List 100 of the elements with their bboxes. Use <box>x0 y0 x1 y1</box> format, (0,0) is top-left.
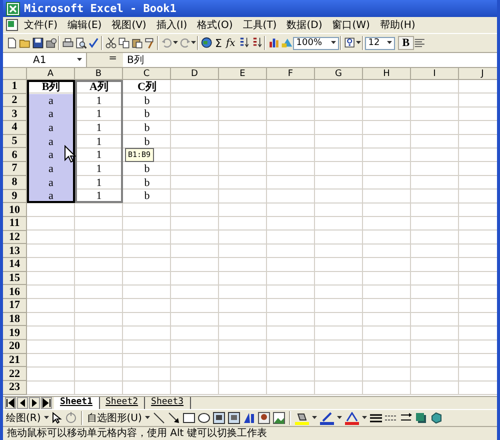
new-file-icon[interactable] <box>6 37 18 49</box>
table-cell[interactable]: b <box>123 190 171 204</box>
caret-icon[interactable] <box>362 416 367 420</box>
row-header[interactable]: 16 <box>3 285 27 299</box>
row-header[interactable]: 3 <box>3 107 27 122</box>
cut-icon[interactable] <box>104 37 116 49</box>
row-header[interactable]: 11 <box>3 216 27 231</box>
table-cell[interactable]: 1 <box>75 148 123 162</box>
row-header[interactable]: 6 <box>3 148 27 162</box>
column-header[interactable]: A <box>27 68 75 80</box>
row-header[interactable]: 14 <box>3 258 27 272</box>
line-color-icon[interactable] <box>320 412 334 424</box>
row-header[interactable]: 10 <box>3 203 27 217</box>
zoom-dropdown[interactable]: 100% <box>293 36 340 50</box>
caret-icon[interactable] <box>77 58 82 62</box>
last-sheet-icon[interactable] <box>41 397 52 409</box>
menu-item[interactable]: 数据(D) <box>282 18 328 32</box>
row-header[interactable]: 5 <box>3 134 27 148</box>
table-cell[interactable]: A列 <box>75 80 123 94</box>
line-style-icon[interactable] <box>370 412 382 424</box>
previous-sheet-icon[interactable] <box>17 397 28 409</box>
menu-item[interactable]: 视图(V) <box>106 18 152 32</box>
menu-item[interactable]: 编辑(E) <box>62 18 107 32</box>
caret-icon[interactable] <box>173 41 178 45</box>
formula-field[interactable]: B列 <box>123 53 144 67</box>
row-header[interactable]: 23 <box>3 381 27 395</box>
row-header[interactable]: 7 <box>3 162 27 176</box>
column-header[interactable]: H <box>363 68 411 80</box>
table-cell[interactable]: a <box>27 134 75 148</box>
column-header[interactable]: J <box>459 68 497 80</box>
column-header[interactable]: I <box>411 68 459 80</box>
align-left-icon[interactable] <box>414 37 426 49</box>
sheet-tab[interactable]: Sheet1 <box>54 397 100 409</box>
line-icon[interactable] <box>152 412 165 424</box>
row-header[interactable]: 21 <box>3 354 27 368</box>
bold-button[interactable]: B <box>398 36 414 50</box>
table-cell[interactable]: a <box>27 121 75 135</box>
table-cell[interactable]: b <box>123 107 171 122</box>
row-header[interactable]: 18 <box>3 312 27 326</box>
font-color-icon[interactable] <box>344 412 359 424</box>
row-header[interactable]: 15 <box>3 272 27 286</box>
caret-icon[interactable] <box>312 416 317 420</box>
next-sheet-icon[interactable] <box>29 397 40 409</box>
caret-icon[interactable] <box>387 41 392 45</box>
fill-color-icon[interactable] <box>294 412 309 424</box>
draw-menu[interactable]: 绘图(R) <box>6 411 49 425</box>
table-cell[interactable]: 1 <box>75 190 123 204</box>
row-header[interactable]: 1 <box>3 80 27 94</box>
column-header[interactable]: C <box>123 68 171 80</box>
insert-function-button[interactable]: fx <box>224 38 238 48</box>
row-header[interactable]: 19 <box>3 326 27 340</box>
row-header[interactable]: 13 <box>3 244 27 258</box>
sheet-tab[interactable]: Sheet3 <box>145 397 191 409</box>
first-sheet-icon[interactable] <box>5 397 16 409</box>
table-cell[interactable]: 1 <box>75 176 123 190</box>
rectangle-icon[interactable] <box>182 412 195 424</box>
menu-item[interactable]: 窗口(W) <box>327 18 375 32</box>
text-box-icon[interactable] <box>212 412 225 424</box>
row-header[interactable]: 22 <box>3 367 27 382</box>
caret-icon[interactable] <box>331 41 336 45</box>
caret-icon[interactable] <box>44 416 49 420</box>
document-icon[interactable] <box>5 18 19 32</box>
table-cell[interactable]: a <box>27 162 75 176</box>
menu-item[interactable]: 格式(O) <box>192 18 238 32</box>
menu-item[interactable]: 工具(T) <box>238 18 282 32</box>
picture-icon[interactable] <box>272 412 285 424</box>
row-header[interactable]: 12 <box>3 230 27 244</box>
caret-icon[interactable] <box>336 416 342 420</box>
table-cell[interactable]: 1 <box>75 107 123 122</box>
shadow-icon[interactable] <box>414 412 427 424</box>
open-folder-icon[interactable] <box>18 37 30 49</box>
table-cell[interactable]: b <box>123 94 171 108</box>
table-cell[interactable]: b <box>123 176 171 190</box>
check-mark-icon[interactable] <box>88 37 100 49</box>
paste-icon[interactable] <box>130 37 142 49</box>
row-header[interactable]: 20 <box>3 340 27 354</box>
table-cell[interactable]: 1 <box>75 94 123 108</box>
arrow-icon[interactable] <box>168 412 180 424</box>
help-icon[interactable] <box>344 37 356 49</box>
sheet-tab[interactable]: Sheet2 <box>100 397 146 409</box>
caret-icon[interactable] <box>356 41 362 45</box>
table-cell[interactable]: 1 <box>75 134 123 148</box>
brush-icon[interactable] <box>144 37 156 49</box>
sort-ascending-icon[interactable] <box>238 37 250 49</box>
row-header[interactable]: 17 <box>3 299 27 313</box>
table-cell[interactable]: a <box>27 176 75 190</box>
row-header[interactable]: 9 <box>3 190 27 204</box>
table-cell[interactable]: 1 <box>75 121 123 135</box>
menu-item[interactable]: 文件(F) <box>19 18 63 32</box>
font-size-dropdown[interactable]: 12 <box>365 36 396 50</box>
autosum-button[interactable]: Σ <box>213 36 224 50</box>
copy-icon[interactable] <box>118 37 130 49</box>
autoshapes-menu[interactable]: 自选图形(U) <box>86 411 150 425</box>
table-cell[interactable]: b <box>123 121 171 135</box>
column-header[interactable]: G <box>315 68 363 80</box>
row-header[interactable]: 8 <box>3 176 27 190</box>
table-cell[interactable]: 1 <box>75 162 123 176</box>
row-header[interactable]: 2 <box>3 94 27 108</box>
table-cell[interactable]: a <box>27 94 75 108</box>
save-icon[interactable] <box>32 37 44 49</box>
